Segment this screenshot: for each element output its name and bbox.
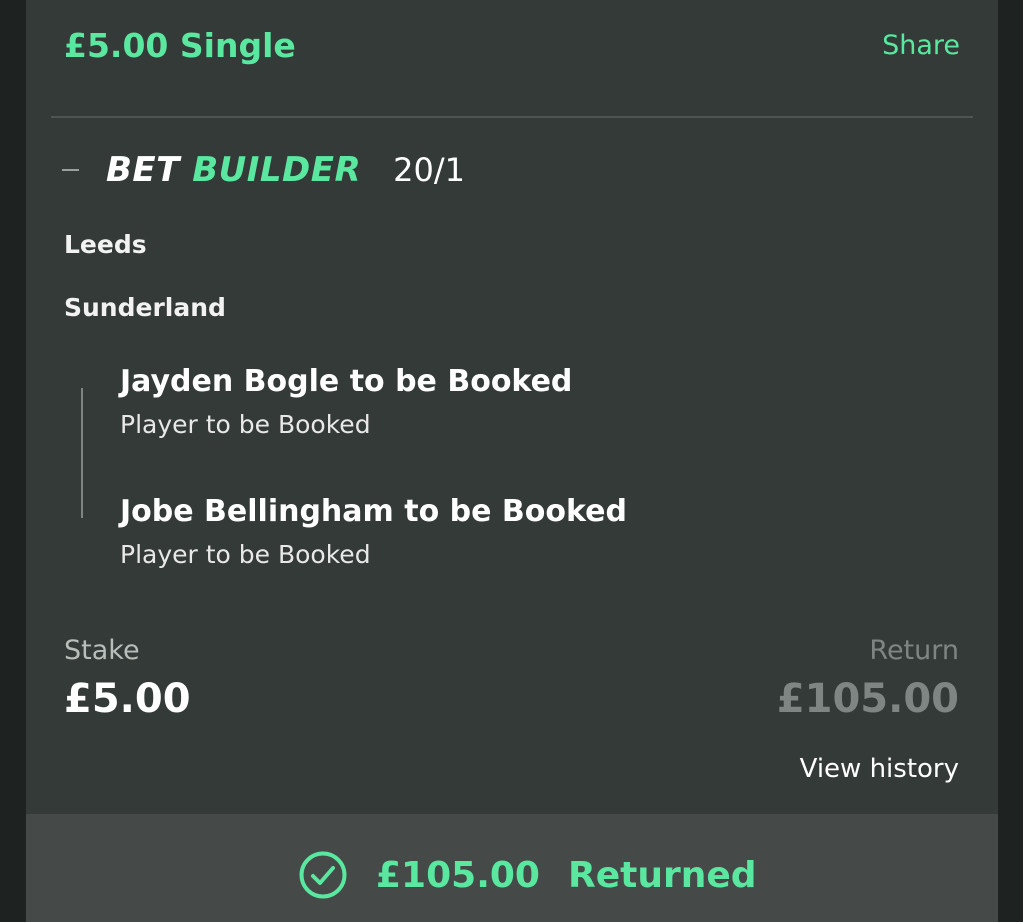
check-circle-icon [299, 851, 347, 899]
returned-amount: £105.00 [376, 854, 540, 896]
selection-item: Jobe Bellingham to be Booked Player to b… [120, 494, 627, 569]
collapse-minus-icon[interactable] [62, 169, 79, 171]
selection-market: Player to be Booked [120, 540, 371, 569]
bet-header: £5.00 Single Share [64, 0, 960, 116]
bet-odds: 20/1 [393, 151, 466, 189]
result-footer: £105.00 Returned [26, 814, 998, 922]
selection-item: Jayden Bogle to be Booked Player to be B… [120, 364, 572, 439]
bet-builder-logo-builder: BUILDER [192, 150, 362, 190]
selection-name: Jobe Bellingham to be Booked [120, 494, 627, 529]
header-divider [51, 116, 973, 118]
stake-label: Stake [64, 635, 140, 666]
selection-name: Jayden Bogle to be Booked [120, 364, 573, 399]
share-button[interactable]: Share [882, 30, 960, 61]
bet-card: £5.00 Single Share BET BUILDER 20/1 Leed… [26, 0, 998, 922]
view-history-link[interactable]: View history [800, 754, 959, 784]
return-label: Return [869, 635, 959, 666]
stake-value: £5.00 [64, 676, 191, 722]
selection-market: Player to be Booked [120, 410, 371, 439]
home-team: Leeds [64, 230, 147, 259]
returned-label: Returned [567, 854, 757, 896]
returned-status: £105.00 Returned [298, 850, 757, 900]
bet-builder-logo: BET BUILDER [106, 150, 361, 190]
bet-builder-row: BET BUILDER 20/1 [62, 145, 465, 195]
return-value: £105.00 [776, 676, 959, 722]
bet-title: £5.00 Single [64, 26, 296, 65]
bet-builder-logo-bet: BET [106, 150, 180, 190]
selections-connector-line [81, 388, 83, 518]
away-team: Sunderland [64, 293, 226, 322]
